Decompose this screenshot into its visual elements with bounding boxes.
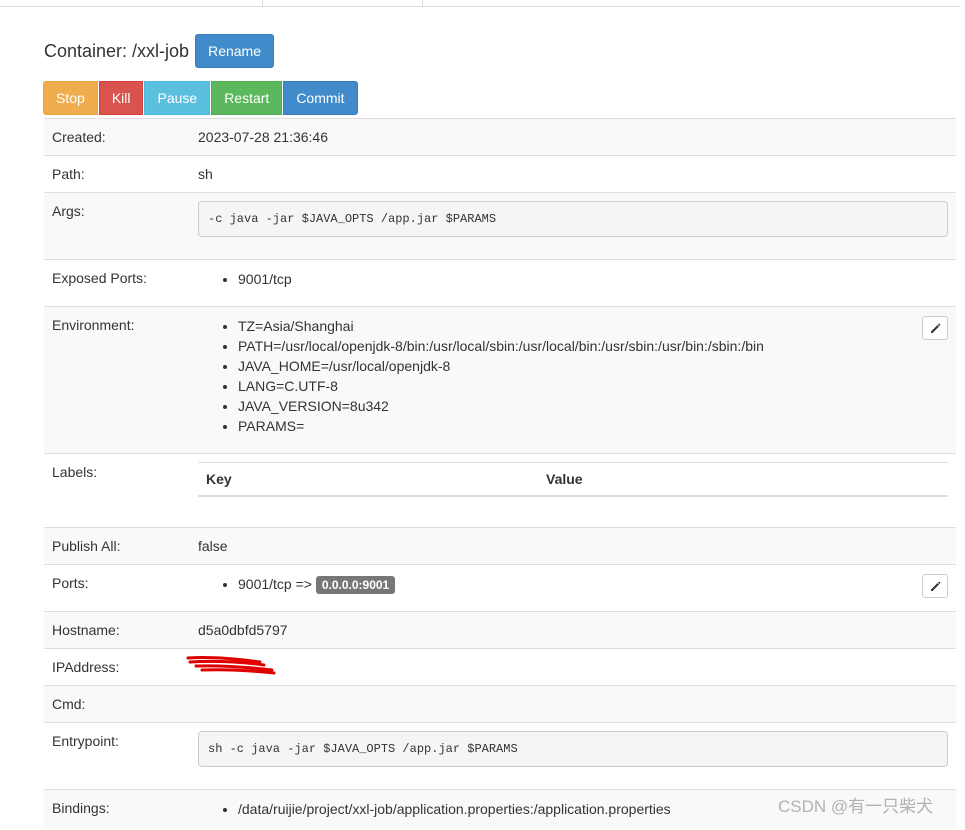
row-created: Created: 2023-07-28 21:36:46	[44, 118, 956, 156]
labels-label: Labels:	[44, 453, 190, 528]
exposed-ports-label: Exposed Ports:	[44, 259, 190, 307]
path-value: sh	[190, 155, 956, 193]
args-code: -c java -jar $JAVA_OPTS /app.jar $PARAMS	[198, 201, 948, 237]
row-path: Path: sh	[44, 155, 956, 193]
row-exposed-ports: Exposed Ports: 9001/tcp	[44, 259, 956, 307]
page-header: Container: /xxl-job Rename	[44, 34, 274, 68]
page-title: Container: /xxl-job	[44, 40, 190, 61]
row-entrypoint: Entrypoint: sh -c java -jar $JAVA_OPTS /…	[44, 722, 956, 790]
env-item: JAVA_HOME=/usr/local/openjdk-8	[238, 356, 948, 376]
pencil-icon	[931, 323, 941, 333]
labels-key-header: Key	[198, 462, 538, 497]
redaction-scribble	[186, 656, 276, 675]
hostname-value: d5a0dbfd5797	[190, 611, 956, 649]
env-item: PARAMS=	[238, 416, 948, 436]
ports-label: Ports:	[44, 564, 190, 612]
port-mapping-text: 9001/tcp =>	[238, 576, 312, 592]
ipaddress-label: IPAddress:	[44, 648, 190, 686]
args-label: Args:	[44, 192, 190, 260]
environment-label: Environment:	[44, 306, 190, 454]
row-publish-all: Publish All: false	[44, 527, 956, 565]
labels-table: Key Value	[198, 462, 948, 497]
pause-button[interactable]: Pause	[144, 81, 211, 115]
bindings-label: Bindings:	[44, 789, 190, 830]
pencil-icon	[931, 581, 941, 591]
row-environment: Environment: TZ=Asia/Shanghai PATH=/usr/…	[44, 306, 956, 454]
commit-button[interactable]: Commit	[283, 81, 358, 115]
row-hostname: Hostname: d5a0dbfd5797	[44, 611, 956, 649]
ipaddress-value	[190, 648, 956, 686]
hostname-label: Hostname:	[44, 611, 190, 649]
row-cmd: Cmd:	[44, 685, 956, 723]
path-label: Path:	[44, 155, 190, 193]
container-info-table: Created: 2023-07-28 21:36:46 Path: sh Ar…	[44, 118, 956, 830]
created-value: 2023-07-28 21:36:46	[190, 118, 956, 156]
container-actions: Stop Kill Pause Restart Commit	[43, 81, 359, 115]
kill-button[interactable]: Kill	[98, 81, 144, 115]
edit-environment-button[interactable]	[922, 316, 948, 340]
exposed-ports-list: 9001/tcp	[198, 269, 948, 289]
watermark: CSDN @有一只柴犬	[778, 797, 934, 816]
tab-placeholder-2[interactable]	[262, 0, 423, 6]
top-tab-strip	[0, 0, 960, 7]
entrypoint-code: sh -c java -jar $JAVA_OPTS /app.jar $PAR…	[198, 731, 948, 767]
row-ports: Ports: 9001/tcp => 0.0.0.0:9001	[44, 564, 956, 612]
env-item: LANG=C.UTF-8	[238, 376, 948, 396]
restart-button[interactable]: Restart	[211, 81, 283, 115]
env-item: PATH=/usr/local/openjdk-8/bin:/usr/local…	[238, 336, 948, 356]
publish-all-value: false	[190, 527, 956, 565]
port-mapping-item: 9001/tcp => 0.0.0.0:9001	[238, 574, 948, 594]
ports-list: 9001/tcp => 0.0.0.0:9001	[198, 574, 948, 594]
created-label: Created:	[44, 118, 190, 156]
rename-button[interactable]: Rename	[195, 34, 274, 68]
env-item: JAVA_VERSION=8u342	[238, 396, 948, 416]
env-item: TZ=Asia/Shanghai	[238, 316, 948, 336]
tab-placeholder-1[interactable]	[0, 0, 263, 6]
publish-all-label: Publish All:	[44, 527, 190, 565]
host-port-badge: 0.0.0.0:9001	[315, 576, 396, 594]
exposed-port-item: 9001/tcp	[238, 269, 948, 289]
edit-ports-button[interactable]	[922, 574, 948, 598]
labels-value-header: Value	[538, 462, 948, 497]
cmd-label: Cmd:	[44, 685, 190, 723]
row-ipaddress: IPAddress:	[44, 648, 956, 686]
row-args: Args: -c java -jar $JAVA_OPTS /app.jar $…	[44, 192, 956, 260]
entrypoint-label: Entrypoint:	[44, 722, 190, 790]
stop-button[interactable]: Stop	[43, 81, 98, 115]
row-labels: Labels: Key Value	[44, 453, 956, 528]
cmd-value	[190, 685, 956, 723]
environment-list: TZ=Asia/Shanghai PATH=/usr/local/openjdk…	[198, 316, 948, 436]
